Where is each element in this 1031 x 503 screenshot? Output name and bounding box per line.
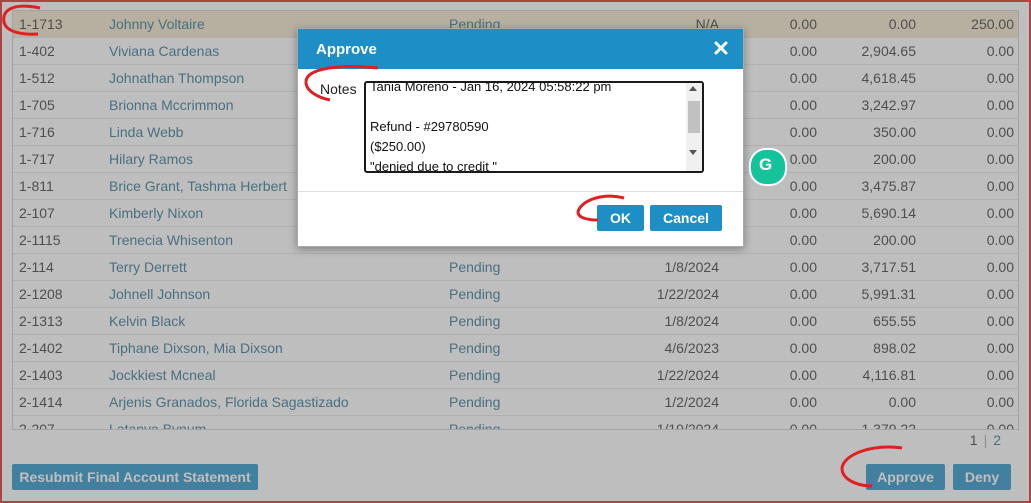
notes-scrollbar[interactable] [686, 83, 702, 171]
grammarly-glyph: G [759, 155, 773, 174]
close-icon[interactable] [713, 40, 729, 56]
scroll-up-icon[interactable] [689, 86, 697, 91]
grammarly-icon[interactable]: G [749, 148, 787, 186]
cancel-button[interactable]: Cancel [650, 205, 722, 231]
dialog-header: Approve [298, 29, 743, 69]
scroll-thumb[interactable] [688, 101, 700, 133]
approve-dialog: Approve Notes Tania Moreno - Jan 16, 202… [297, 28, 744, 247]
notes-label: Notes [320, 81, 357, 97]
dialog-title: Approve [316, 41, 377, 58]
ok-button[interactable]: OK [597, 205, 644, 231]
notes-text: Tania Moreno - Jan 16, 2024 05:58:22 pm … [370, 81, 612, 173]
dialog-divider [298, 191, 743, 192]
notes-textarea[interactable]: Tania Moreno - Jan 16, 2024 05:58:22 pm … [364, 81, 704, 173]
scroll-down-icon[interactable] [689, 150, 697, 155]
